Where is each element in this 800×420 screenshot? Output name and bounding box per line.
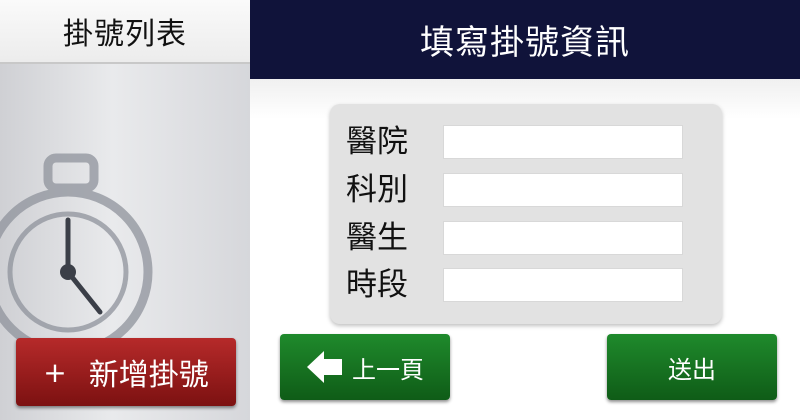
doctor-field[interactable] [443, 221, 683, 255]
department-label: 科別 [346, 172, 408, 208]
submit-button[interactable]: 送出 [607, 334, 777, 400]
page-title: 填寫掛號資訊 [250, 0, 800, 79]
stopwatch-icon [0, 153, 153, 350]
back-button-label: 上一頁 [352, 355, 424, 384]
add-registration-label: 新增掛號 [88, 358, 209, 393]
timeslot-field[interactable] [443, 268, 683, 302]
timeslot-label: 時段 [346, 267, 408, 303]
registration-form: 醫院 科別 醫生 時段 [330, 104, 722, 324]
hospital-field[interactable] [443, 125, 683, 159]
department-field[interactable] [443, 173, 683, 207]
back-button[interactable]: 上一頁 [280, 334, 450, 400]
form-row-doctor: 醫生 [346, 220, 683, 256]
sidebar-title: 掛號列表 [0, 0, 250, 62]
doctor-label: 醫生 [346, 220, 408, 256]
form-row-department: 科別 [346, 172, 683, 208]
form-row-hospital: 醫院 [346, 124, 683, 160]
plus-icon: + [43, 355, 67, 389]
submit-button-label: 送出 [668, 355, 716, 384]
add-registration-button[interactable]: + 新增掛號 [16, 338, 236, 406]
sidebar: 掛號列表 + 新增掛號 [0, 0, 250, 420]
hospital-label: 醫院 [346, 124, 408, 160]
arrow-left-icon [307, 351, 342, 383]
form-row-timeslot: 時段 [346, 267, 683, 303]
